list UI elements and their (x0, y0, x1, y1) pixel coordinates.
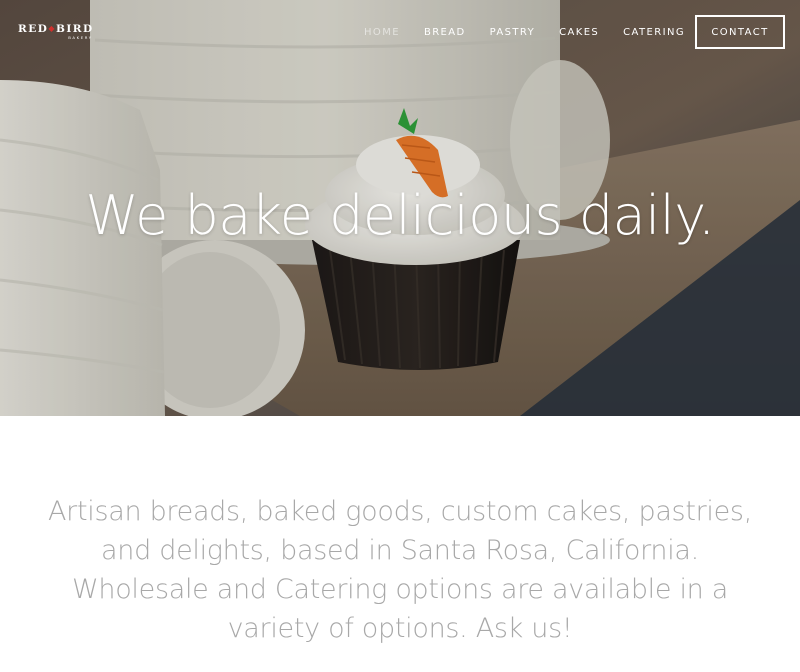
logo-bird: BIRD (56, 23, 94, 35)
nav-item-home[interactable]: HOME (364, 25, 400, 41)
logo-bird-icon: ◆ (48, 23, 56, 33)
hero-section: RED◆BIRD BAKERY HOME BREAD PASTRY CAKES … (0, 0, 800, 416)
logo-subtitle: BAKERY (68, 34, 93, 40)
contact-button[interactable]: CONTACT (695, 15, 785, 49)
logo-red: RED (18, 23, 49, 35)
nav-item-cakes[interactable]: CAKES (559, 25, 599, 41)
brand-logo[interactable]: RED◆BIRD BAKERY (18, 24, 94, 39)
nav-item-pastry[interactable]: PASTRY (490, 25, 536, 41)
intro-text: Artisan breads, baked goods, custom cake… (48, 496, 752, 644)
nav-links: HOME BREAD PASTRY CAKES CATERING (364, 25, 709, 41)
nav-item-bread[interactable]: BREAD (424, 25, 466, 41)
logo-wordmark: RED◆BIRD (18, 24, 94, 35)
hero-title: We bake delicious daily. (85, 184, 715, 247)
top-nav: RED◆BIRD BAKERY HOME BREAD PASTRY CAKES … (0, 0, 800, 64)
nav-item-catering[interactable]: CATERING (623, 25, 685, 41)
